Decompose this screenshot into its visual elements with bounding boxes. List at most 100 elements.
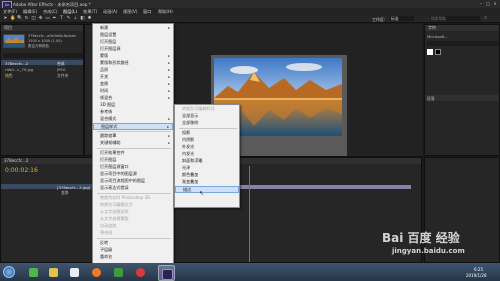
menu-item[interactable]: 显示项目流程图中的图层 [93, 178, 173, 185]
menu-separator [97, 193, 171, 194]
menu-item[interactable]: 帧混合 ▸ [93, 95, 173, 102]
type-tool-icon[interactable]: T [59, 16, 64, 21]
workspace-select[interactable]: 标准 [390, 16, 414, 21]
puppet-tool-icon[interactable]: ✱ [87, 16, 92, 21]
taskbar-app[interactable] [89, 265, 104, 279]
menu-item[interactable]: 开关 ▸ [93, 74, 173, 81]
minimize-icon[interactable]: – [478, 1, 484, 6]
menu-item-gradient-overlay[interactable]: 渐变叠加 [175, 179, 239, 186]
zoom-tool-icon[interactable]: 🔍 [17, 16, 23, 21]
menu-bar: 文件(F) 编辑(E) 合成(C) 图层(L) 效果(T) 动画(A) 视图(V… [0, 8, 500, 15]
windows-taskbar: 6:25 2019/1/28 [0, 263, 500, 281]
character-panel-title: 字符 [425, 25, 499, 31]
menu-item[interactable]: 蒙版 ▸ [93, 53, 173, 60]
clock-time[interactable]: 6:25 [474, 267, 483, 272]
menu-item[interactable]: 打开图层 [93, 157, 173, 164]
clock-date[interactable]: 2019/1/28 [466, 273, 487, 278]
rectangle-tool-icon[interactable]: ▭ [45, 16, 50, 21]
menu-item-drop-shadow[interactable]: 投影 [175, 130, 239, 137]
stroke-color-swatch[interactable] [435, 49, 441, 55]
menu-item[interactable]: 打开图层源 [93, 46, 173, 53]
pan-tool-icon[interactable]: ✥ [38, 16, 43, 21]
menu-item[interactable]: 关键帧辅助 ▸ [93, 140, 173, 147]
menu-item[interactable]: 变换 ▸ [93, 81, 173, 88]
menu-item[interactable]: 3D 图层 [93, 102, 173, 109]
layer-styles-submenu: 转换为可编辑样式 全部显示 全部移除 投影 内阴影 外发光 内发光 斜面和浮雕 … [174, 104, 240, 208]
menu-item[interactable]: 全部显示 [175, 113, 239, 120]
pen-tool-icon[interactable]: ✒ [52, 16, 57, 21]
menu-separator [97, 238, 171, 239]
taskbar-app[interactable] [46, 265, 61, 279]
menu-item[interactable]: 全部移除 [175, 120, 239, 127]
menu-item[interactable]: 打开图层 [93, 39, 173, 46]
menu-item[interactable]: 跟踪遮罩 ▸ [93, 133, 173, 140]
list-item[interactable]: 纯色 文件夹 [1, 72, 83, 78]
maximize-icon[interactable]: □ [485, 1, 491, 6]
rotate-tool-icon[interactable]: ↻ [24, 16, 29, 21]
firefox-icon [92, 267, 101, 277]
menu-item[interactable]: 打开效果控件 [93, 150, 173, 157]
footage-size: 1500 x 1000 (1.00) [28, 39, 62, 43]
menu-item[interactable]: 蒙版和形状路径 ▸ [93, 60, 173, 67]
mouse-cursor-icon: ↖ [199, 190, 205, 197]
camera-tool-icon[interactable]: ◫ [31, 16, 36, 21]
menu-item-color-overlay[interactable]: 颜色叠加 [175, 172, 239, 179]
footage-color: 数百万种颜色 [28, 44, 49, 48]
menu-item: 转换为实时 Photoshop 3D [100, 195, 151, 200]
menu-separator [97, 148, 171, 149]
media-player-icon [114, 267, 123, 277]
project-search-bar[interactable] [3, 53, 83, 58]
menu-item-inner-shadow[interactable]: 内阴影 [175, 137, 239, 144]
playhead[interactable] [249, 166, 250, 262]
menu-item[interactable]: 子层级 [93, 247, 173, 254]
brush-tool-icon[interactable]: ✎ [66, 16, 71, 21]
menu-item-outer-glow[interactable]: 外发光 [175, 144, 239, 151]
stamp-tool-icon[interactable]: ⊥ [73, 16, 78, 21]
menu-item[interactable]: 混合模式 ▸ [93, 116, 173, 123]
workspace-label: 工作区: [372, 17, 386, 22]
hand-tool-icon[interactable]: ✋ [10, 16, 16, 21]
font-family-select[interactable]: Microsoft... [427, 34, 448, 39]
taskbar-app[interactable] [133, 265, 148, 279]
font-style-select[interactable] [427, 41, 499, 46]
baidu-watermark-logo: Bai 百度 经验 [382, 231, 460, 245]
menu-item[interactable]: 显示表达式错误 [93, 185, 173, 192]
paragraph-panel-head: 段落 [425, 95, 499, 101]
menu-item[interactable]: 图层设置 [93, 32, 173, 39]
eraser-tool-icon[interactable]: ◧ [80, 16, 85, 21]
selection-tool-icon[interactable]: ➤ [3, 16, 8, 21]
window-title: Adobe After Effects - 未命名项目.aep * [13, 1, 91, 7]
baidu-watermark-url: jingyan.baidu.com [392, 247, 465, 255]
menu-item[interactable]: 打开图层源窗口 [93, 164, 173, 171]
list-item[interactable]: r4b0...c_75.jpg JPEG [1, 66, 83, 72]
list-item[interactable]: 378eccfc...2 合成 [1, 60, 83, 66]
timecode-display[interactable]: 0:00:02:16 [5, 167, 38, 174]
start-button-icon[interactable] [3, 266, 15, 278]
menu-item[interactable]: 新建 ▸ [93, 25, 173, 32]
project-item-name: 纯色 [5, 72, 13, 78]
menu-item[interactable]: 反转 [93, 240, 173, 247]
menu-item-stroke[interactable]: 描边 [175, 186, 239, 193]
menu-item-layer-styles[interactable]: 图层样式 ▸ [93, 123, 173, 130]
project-item-kind: 文件夹 [57, 72, 69, 78]
menu-item[interactable]: 时间 ▸ [93, 88, 173, 95]
menu-item[interactable]: 显示项目中的图层源 [93, 171, 173, 178]
menu-item-inner-glow[interactable]: 内发光 [175, 151, 239, 158]
menu-item-satin[interactable]: 光泽 [175, 165, 239, 172]
menu-item[interactable]: 参考线 [93, 109, 173, 116]
menu-item[interactable]: 品质 ▸ [93, 67, 173, 74]
close-icon[interactable]: × [492, 1, 498, 6]
project-item-name: 378eccfc...2 [5, 60, 29, 66]
menu-item[interactable]: 重命名 [93, 254, 173, 261]
taskbar-app-active[interactable] [158, 265, 175, 281]
fill-color-swatch[interactable] [427, 49, 433, 55]
menu-item: 转换为可编辑样式 [182, 106, 215, 111]
search-help-input[interactable]: 搜索帮助 [430, 16, 480, 21]
taskbar-app[interactable] [111, 265, 126, 279]
menu-item-bevel-emboss[interactable]: 斜面和浮雕 [175, 158, 239, 165]
folder-icon [49, 267, 58, 277]
layer-name: [378eccfc...2.jpg] [57, 184, 91, 190]
taskbar-app[interactable] [67, 265, 82, 279]
search-icon[interactable]: ⌕ [483, 16, 488, 21]
taskbar-app[interactable] [26, 265, 41, 279]
